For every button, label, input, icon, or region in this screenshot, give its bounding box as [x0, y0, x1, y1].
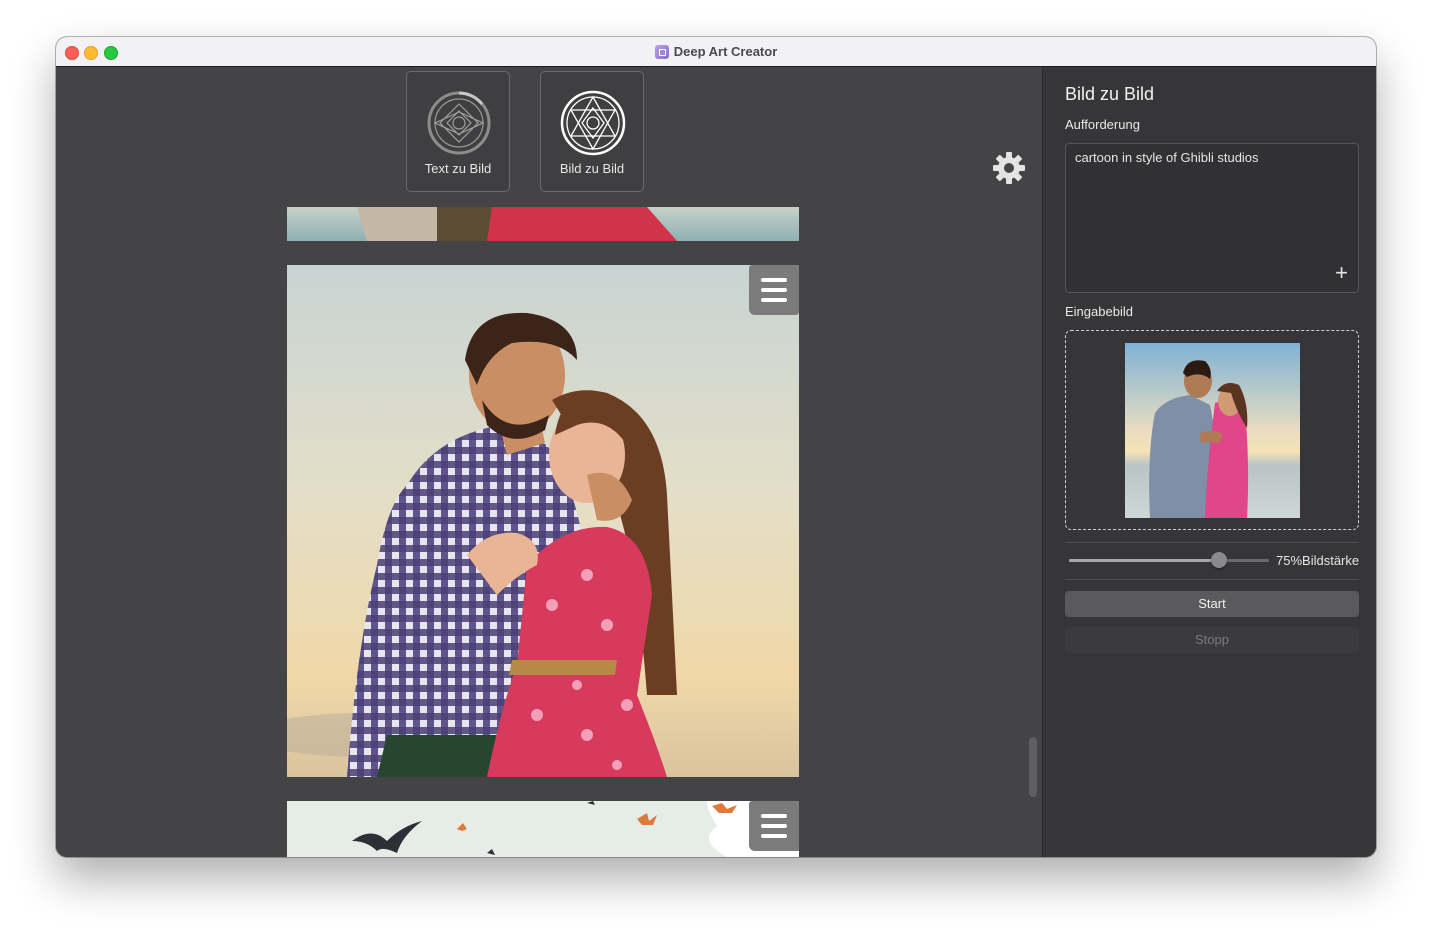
cartoon-couple-image[interactable]: [287, 265, 799, 777]
image-menu-button[interactable]: [749, 801, 799, 851]
text-to-image-label: Text zu Bild: [424, 161, 492, 176]
strength-label: Bildstärke: [1302, 553, 1360, 568]
strength-percent: 75%: [1276, 553, 1303, 568]
strength-slider-thumb[interactable]: [1211, 552, 1227, 568]
cartoon-couple-illustration: [287, 265, 799, 777]
window-title: Deep Art Creator: [673, 44, 778, 59]
image-menu-button[interactable]: [749, 265, 799, 315]
image-to-image-label: Bild zu Bild: [559, 161, 625, 176]
divider: [1065, 542, 1359, 543]
divider: [1065, 579, 1359, 580]
input-image-thumbnail: [1125, 343, 1300, 518]
strength-slider[interactable]: [1069, 552, 1269, 568]
sidebar-heading: Bild zu Bild: [1065, 84, 1155, 104]
gallery-scrollbar[interactable]: [1029, 737, 1037, 797]
prompt-label: Aufforderung: [1065, 117, 1140, 132]
image-to-image-icon: [560, 90, 626, 156]
prompt-input[interactable]: cartoon in style of Ghibli studios +: [1065, 143, 1359, 293]
gear-icon[interactable]: [992, 151, 1026, 185]
settings-sidebar: Bild zu Bild Aufforderung cartoon in sty…: [1042, 67, 1376, 857]
app-window: Deep Art Creator Text zu Bild Bild zu Bi…: [56, 37, 1376, 857]
input-image-dropzone[interactable]: [1065, 330, 1359, 530]
text-to-image-button[interactable]: Text zu Bild: [406, 71, 510, 192]
strength-value: 75%Bildstärke: [1276, 553, 1359, 568]
image-to-image-button[interactable]: Bild zu Bild: [540, 71, 644, 192]
cartoon-birds-image[interactable]: [287, 801, 799, 857]
main-area: Text zu Bild Bild zu Bild: [56, 67, 1042, 857]
stop-button[interactable]: Stopp: [1065, 627, 1359, 653]
title-bar: Deep Art Creator: [56, 37, 1376, 67]
prompt-text[interactable]: cartoon in style of Ghibli studios: [1075, 150, 1259, 165]
plus-icon[interactable]: +: [1335, 262, 1348, 284]
app-icon: [654, 44, 669, 59]
start-button[interactable]: Start: [1065, 591, 1359, 617]
text-to-image-icon: [427, 91, 491, 155]
gallery-image-partial-top[interactable]: [287, 207, 799, 241]
input-image-label: Eingabebild: [1065, 304, 1133, 319]
